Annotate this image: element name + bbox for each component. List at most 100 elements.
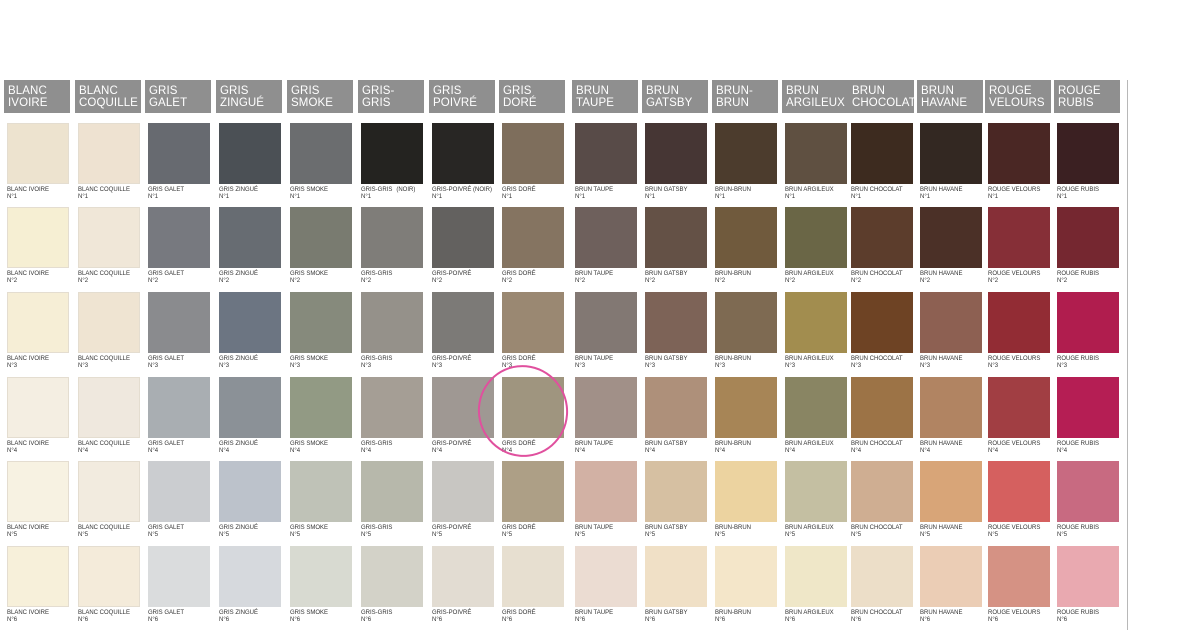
column-header-line1: BRUN xyxy=(646,85,679,97)
color-swatch xyxy=(7,207,69,268)
column-header-line2: BRUN xyxy=(716,97,749,109)
color-swatch xyxy=(851,546,913,607)
swatch-name: BRUN GATSBY xyxy=(645,441,688,447)
swatch-label: BRUN HAVANE N°4 xyxy=(920,441,988,455)
color-swatch xyxy=(715,292,777,353)
color-swatch xyxy=(78,546,140,607)
swatch-name: GRIS SMOKE xyxy=(290,187,329,193)
swatch-number: N°6 xyxy=(219,617,230,623)
swatch-name: BRUN HAVANE xyxy=(920,610,963,616)
swatch-name: BLANC COQUILLE xyxy=(78,525,131,531)
column-header: BLANC COQUILLE xyxy=(75,80,141,113)
swatch-name: GRIS-GRIS xyxy=(361,525,393,531)
swatch-name: GRIS SMOKE xyxy=(290,441,329,447)
swatch-number: N°4 xyxy=(645,448,656,454)
color-swatch xyxy=(851,123,913,184)
swatch-name: BRUN-BRUN xyxy=(715,187,751,193)
color-swatch xyxy=(7,123,69,184)
color-swatch xyxy=(785,546,847,607)
swatch-label: BRUN TAUPE N°4 xyxy=(575,441,643,455)
swatch-label: BRUN GATSBY N°2 xyxy=(645,271,713,285)
swatch-name: GRIS-POIVRÉ (NOIR) xyxy=(432,187,493,193)
swatch-number: N°4 xyxy=(7,448,18,454)
swatch-label: GRIS-GRIS N°4 xyxy=(361,441,429,455)
swatch-label: GRIS-GRIS (NOIR) N°1 xyxy=(361,187,429,201)
swatch-number: N°6 xyxy=(361,617,372,623)
swatch-label: BLANC COQUILLE N°3 xyxy=(78,356,146,370)
color-swatch xyxy=(361,292,423,353)
swatch-label: GRIS SMOKE N°5 xyxy=(290,525,358,539)
swatch-name: GRIS GALET xyxy=(148,356,185,362)
swatch-label: BRUN ARGILEUX N°2 xyxy=(785,271,853,285)
swatch-number: N°3 xyxy=(1057,363,1068,369)
color-swatch xyxy=(78,207,140,268)
column-header-line1: GRIS xyxy=(291,85,320,97)
swatch-number: N°6 xyxy=(715,617,726,623)
column-header-line1: BLANC xyxy=(79,85,118,97)
color-swatch xyxy=(361,377,423,438)
swatch-label: BRUN HAVANE N°2 xyxy=(920,271,988,285)
column-header: BRUN TAUPE xyxy=(572,80,638,113)
color-swatch xyxy=(575,123,637,184)
swatch-number: N°2 xyxy=(1057,278,1068,284)
swatch-number: N°5 xyxy=(851,532,862,538)
swatch-number: N°1 xyxy=(920,194,931,200)
swatch-label: BLANC IVOIRE N°1 xyxy=(7,187,75,201)
swatch-label: BRUN ARGILEUX N°4 xyxy=(785,441,853,455)
swatch-label: GRIS-POIVRÉ N°6 xyxy=(432,610,500,624)
swatch-label: BRUN TAUPE N°5 xyxy=(575,525,643,539)
swatch-label: BRUN ARGILEUX N°1 xyxy=(785,187,853,201)
column-header-line1: GRIS- xyxy=(362,85,395,97)
color-swatch xyxy=(785,377,847,438)
swatch-name: BLANC IVOIRE xyxy=(7,441,50,447)
swatch-label: BRUN TAUPE N°1 xyxy=(575,187,643,201)
swatch-name: GRIS-POIVRÉ xyxy=(432,610,472,616)
swatch-label: BRUN-BRUN N°6 xyxy=(715,610,783,624)
swatch-name: ROUGE VELOURS xyxy=(988,356,1041,362)
color-swatch xyxy=(715,461,777,522)
swatch-label: BLANC COQUILLE N°6 xyxy=(78,610,146,624)
column-header-line2: POIVRÉ xyxy=(433,97,478,109)
color-swatch xyxy=(785,292,847,353)
color-swatch xyxy=(78,123,140,184)
color-swatch xyxy=(851,461,913,522)
color-swatch xyxy=(290,292,352,353)
swatch-number: N°2 xyxy=(432,278,443,284)
swatch-number: N°4 xyxy=(851,448,862,454)
swatch-name: BRUN CHOCOLAT xyxy=(851,610,903,616)
color-swatch xyxy=(432,461,494,522)
column-header-line2: IVOIRE xyxy=(8,97,48,109)
swatch-label: GRIS-GRIS N°5 xyxy=(361,525,429,539)
swatch-name: GRIS GALET xyxy=(148,441,185,447)
color-swatch xyxy=(1057,292,1119,353)
swatch-name: BLANC COQUILLE xyxy=(78,356,131,362)
swatch-label: BRUN GATSBY N°1 xyxy=(645,187,713,201)
swatch-number: N°2 xyxy=(645,278,656,284)
swatch-number: N°3 xyxy=(361,363,372,369)
column-header-line1: GRIS xyxy=(503,85,532,97)
swatch-number: N°1 xyxy=(645,194,656,200)
swatch-label: GRIS-GRIS N°6 xyxy=(361,610,429,624)
color-swatch xyxy=(361,123,423,184)
swatch-number: N°1 xyxy=(785,194,796,200)
swatch-number: N°5 xyxy=(502,532,513,538)
swatch-name: GRIS DORÉ xyxy=(502,525,536,531)
swatch-name: GRIS DORÉ xyxy=(502,187,536,193)
swatch-name: GRIS-GRIS xyxy=(361,610,393,616)
swatch-label: BRUN CHOCOLAT N°5 xyxy=(851,525,919,539)
color-swatch xyxy=(575,377,637,438)
swatch-label: GRIS-POIVRÉ N°2 xyxy=(432,271,500,285)
color-swatch xyxy=(920,123,982,184)
swatch-name: GRIS DORÉ xyxy=(502,356,536,362)
swatch-label: GRIS DORÉ N°5 xyxy=(502,525,570,539)
swatch-name: BRUN HAVANE xyxy=(920,271,963,277)
swatch-label: ROUGE RUBIS N°3 xyxy=(1057,356,1125,370)
color-swatch xyxy=(1057,377,1119,438)
swatch-label: ROUGE VELOURS N°3 xyxy=(988,356,1056,370)
swatch-number: N°1 xyxy=(502,194,513,200)
color-swatch xyxy=(290,207,352,268)
color-swatch xyxy=(645,292,707,353)
swatch-number: N°1 xyxy=(290,194,301,200)
swatch-name: BRUN TAUPE xyxy=(575,525,614,531)
color-swatch xyxy=(851,207,913,268)
